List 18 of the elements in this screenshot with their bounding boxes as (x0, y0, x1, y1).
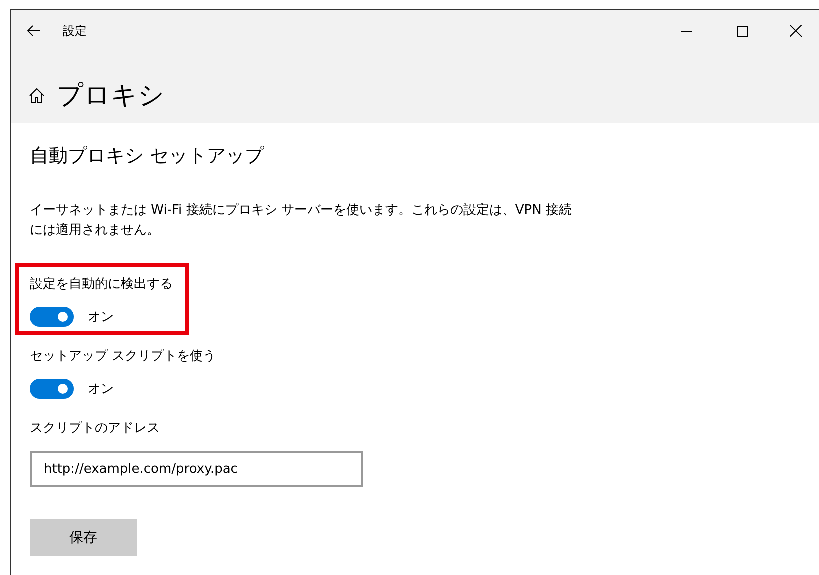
back-arrow-icon (27, 25, 41, 37)
close-icon (790, 25, 802, 37)
maximize-icon (736, 26, 748, 36)
minimize-icon (680, 30, 692, 32)
save-button[interactable]: 保存 (30, 519, 137, 556)
toggle-switch[interactable] (30, 379, 74, 399)
setting-label: 設定を自動的に検出する (30, 276, 173, 293)
toggle-switch[interactable] (30, 307, 74, 327)
toggle-state: オン (88, 381, 114, 398)
field-label: スクリプトのアドレス (30, 420, 161, 437)
setting-label: セットアップ スクリプトを使う (30, 348, 216, 365)
address-field[interactable]: http://example.com/proxy.pac (30, 451, 363, 487)
page-title: プロキシ (57, 80, 165, 113)
section-description: イーサネットまたは Wi-Fi 接続にプロキシ サーバーを使います。これらの設定は、VPN 接続には適用されません。 (30, 202, 574, 240)
window-title: 設定 (63, 22, 88, 40)
home-icon[interactable] (29, 88, 45, 104)
section-title: 自動プロキシ セットアップ (30, 144, 264, 169)
toggle-state: オン (88, 309, 114, 326)
